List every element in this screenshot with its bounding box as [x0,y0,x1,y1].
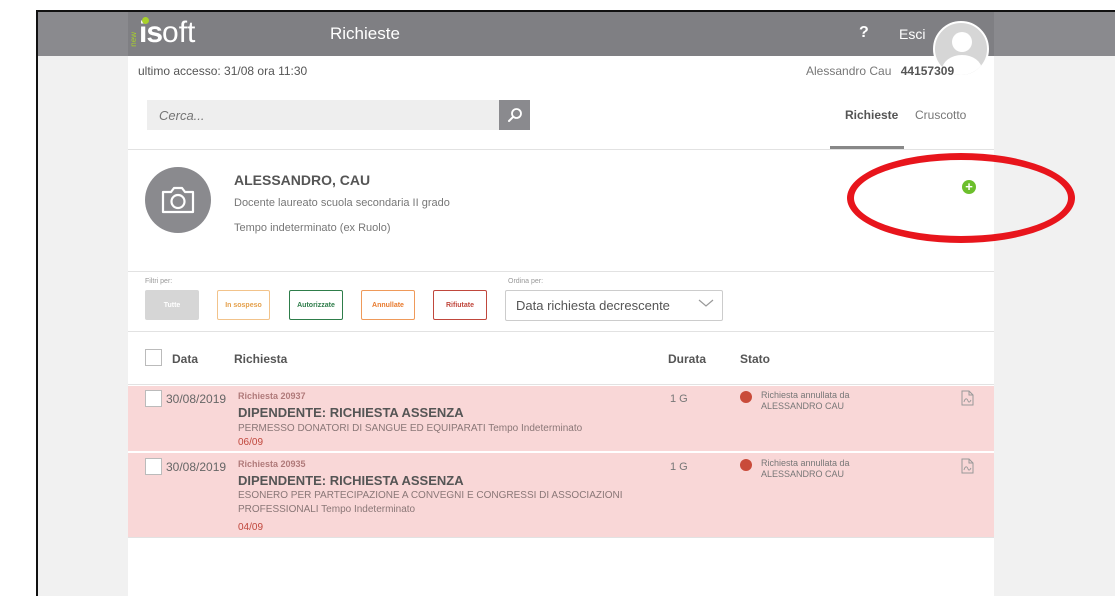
search-input[interactable] [147,100,499,130]
logo-suffix: oft [162,16,196,49]
row-request-title[interactable]: DIPENDENTE: RICHIESTA ASSENZA [238,473,464,488]
tab-cruscotto[interactable]: Cruscotto [915,108,966,122]
logo-main: is [139,16,163,49]
chevron-down-icon [698,299,714,307]
left-gutter [38,56,128,596]
document-icon[interactable] [960,458,974,474]
search-button[interactable] [499,100,530,130]
filter-rifiutate-button[interactable]: Rifiutate [433,290,487,320]
logo-prefix: new [129,32,138,47]
column-header-richiesta[interactable]: Richiesta [234,352,287,366]
divider [128,384,994,385]
filter-label: Filtri per: [145,278,173,285]
app-logo[interactable]: new is oft [129,16,196,49]
row-request-id: Richiesta 20937 [238,391,306,401]
row-request-title[interactable]: DIPENDENTE: RICHIESTA ASSENZA [238,405,464,420]
profile-contract: Tempo indeterminato (ex Ruolo) [234,222,391,234]
sort-label: Ordina per: [508,278,544,285]
filter-annullate-button[interactable]: Annullate [361,290,415,320]
avatar-head [952,32,972,52]
document-icon[interactable] [960,390,974,406]
profile-name: ALESSANDRO, CAU [234,172,371,188]
column-header-durata[interactable]: Durata [668,352,706,366]
divider [128,331,994,332]
row-checkbox[interactable] [145,390,162,407]
row-status: Richiesta annullata da ALESSANDRO CAU [761,458,850,479]
row-duration: 1 G [670,393,688,405]
sort-select[interactable]: Data richiesta decrescente [505,290,723,321]
user-name: Alessandro Cau [806,64,892,78]
profile-role: Docente laureato scuola secondaria II gr… [234,197,450,209]
row-request-day: 04/09 [238,522,264,533]
row-request-id: Richiesta 20935 [238,459,306,469]
row-request-description: PERMESSO DONATORI DI SANGUE ED EQUIPARAT… [238,423,583,434]
row-duration: 1 G [670,461,688,473]
table-row[interactable]: 30/08/2019 Richiesta 20935 DIPENDENTE: R… [128,453,994,537]
row-request-day: 06/09 [238,437,264,448]
table-row[interactable]: 30/08/2019 Richiesta 20937 DIPENDENTE: R… [128,386,994,451]
filter-tutte-button[interactable]: Tutte [145,290,199,320]
divider [128,271,994,272]
help-button[interactable]: ? [859,24,869,42]
row-request-description: ESONERO PER PARTECIPAZIONE A CONVEGNI E … [238,490,623,515]
sort-value: Data richiesta decrescente [516,298,670,313]
page-title: Richieste [330,24,400,43]
logout-button[interactable]: Esci [899,26,925,42]
column-header-stato[interactable]: Stato [740,352,770,366]
camera-icon [161,186,195,214]
row-checkbox[interactable] [145,458,162,475]
user-info: Alessandro Cau 44157309 [806,64,954,78]
select-all-checkbox[interactable] [145,349,162,366]
last-access-info: ultimo accesso: 31/08 ora 11:30 [138,64,308,78]
profile-photo[interactable] [145,167,211,233]
app-window: new is oft Richieste ? Esci ultimo acces… [0,0,1115,596]
right-gutter [994,56,1115,596]
tab-richieste[interactable]: Richieste [845,108,898,122]
divider [128,537,994,538]
row-status: Richiesta annullata da ALESSANDRO CAU [761,390,850,411]
status-dot [740,459,752,471]
user-code: 44157309 [900,64,955,78]
status-dot [740,391,752,403]
row-date: 30/08/2019 [166,460,227,474]
filter-in-sospeso-button[interactable]: In sospeso [217,290,270,320]
column-header-data[interactable]: Data [172,352,198,366]
search-field[interactable] [147,100,499,130]
row-date: 30/08/2019 [166,392,227,406]
divider [128,149,994,150]
filter-autorizzate-button[interactable]: Autorizzate [289,290,343,320]
highlight-annotation [847,153,1075,243]
search-icon [507,108,522,122]
